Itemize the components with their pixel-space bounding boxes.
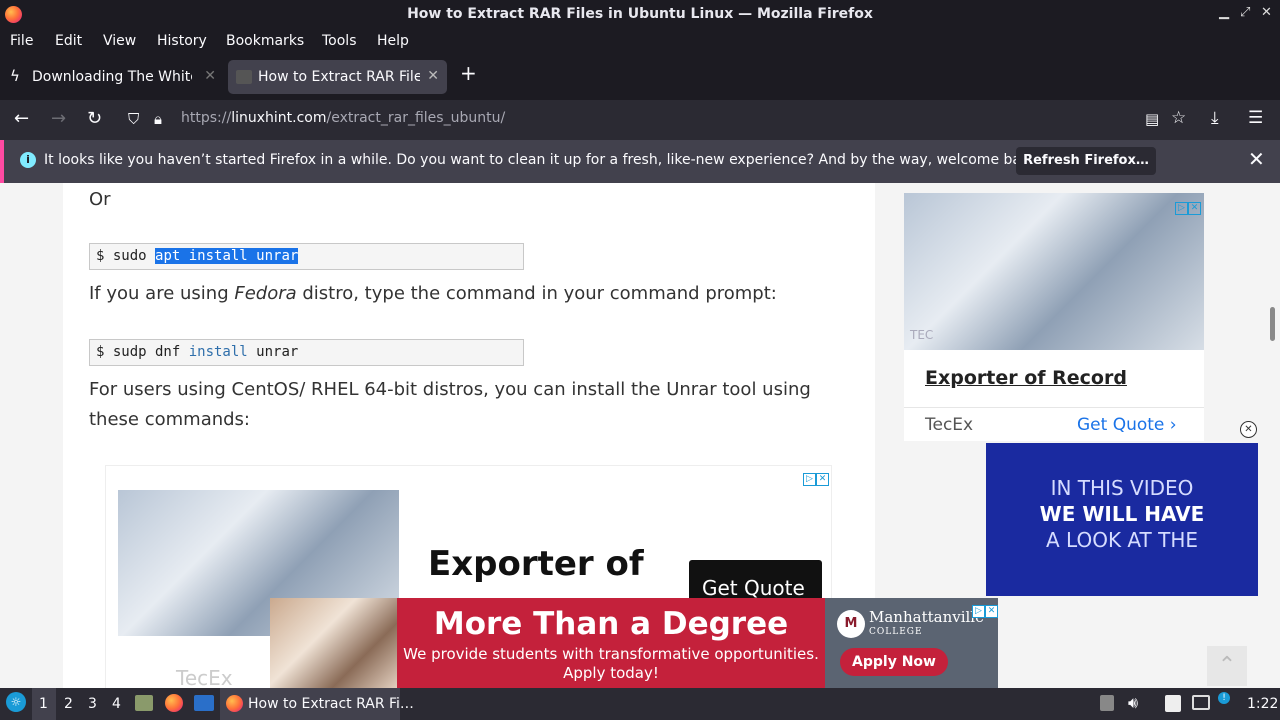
tab-label: How to Extract RAR Files xyxy=(258,69,420,85)
display-icon[interactable] xyxy=(1192,695,1210,710)
menu-help[interactable]: Help xyxy=(377,33,409,49)
menu-edit[interactable]: Edit xyxy=(55,33,82,49)
inline-ad-headline: Exporter of xyxy=(428,544,644,584)
tab-close-icon[interactable]: ✕ xyxy=(204,68,216,84)
tab-close-icon[interactable]: ✕ xyxy=(427,68,439,84)
ad-dismiss-icon[interactable]: ✕ xyxy=(1240,421,1257,438)
terminal-launcher-icon[interactable] xyxy=(194,695,214,711)
selected-text: apt install unrar xyxy=(155,248,299,264)
start-menu-icon[interactable]: ☼ xyxy=(6,692,26,712)
menu-bar: File Edit View History Bookmarks Tools H… xyxy=(0,29,1280,54)
info-icon: i xyxy=(20,152,36,168)
taskbar-window-button[interactable]: How to Extract RAR Fi… xyxy=(248,696,414,712)
tab-bar: ϟ Downloading The White I ✕ How to Extra… xyxy=(0,54,1280,100)
video-ad-line1: IN THIS VIDEO xyxy=(1050,476,1194,500)
firefox-launcher-icon[interactable] xyxy=(165,694,183,712)
bottom-sticky-advertisement[interactable]: More Than a Degree We provide students w… xyxy=(270,598,998,688)
sidebar-ad-get-quote[interactable]: Get Quote › xyxy=(1077,415,1177,435)
url-text[interactable]: https://linuxhint.com/extract_rar_files_… xyxy=(181,110,505,126)
menu-bookmarks[interactable]: Bookmarks xyxy=(226,33,304,49)
menu-file[interactable]: File xyxy=(10,33,33,49)
centos-paragraph: For users using CentOS/ RHEL 64-bit dist… xyxy=(89,379,811,430)
firefox-window-icon xyxy=(226,695,243,712)
code-block-apt[interactable]: $ sudo apt install unrar xyxy=(89,243,524,270)
workspace-3[interactable]: 3 xyxy=(88,696,97,712)
file-manager-icon[interactable] xyxy=(135,695,153,711)
notification-message: It looks like you haven’t started Firefo… xyxy=(44,152,1043,168)
sidebar-advertisement[interactable]: TEC ▷ ✕ Exporter of Record TecEx Get Quot… xyxy=(904,193,1204,441)
fedora-paragraph: If you are using Fedora distro, type the… xyxy=(89,283,777,304)
menu-view[interactable]: View xyxy=(103,33,136,49)
linuxhint-favicon-icon xyxy=(236,70,252,84)
back-icon[interactable]: ← xyxy=(14,108,29,129)
menu-tools[interactable]: Tools xyxy=(322,33,357,49)
tab-label: Downloading The White I xyxy=(32,69,192,85)
school-name: Manhattanville xyxy=(869,608,984,626)
manhattanville-seal-icon: M xyxy=(837,610,865,638)
reload-icon[interactable]: ↻ xyxy=(87,108,102,129)
clock: 1:22 xyxy=(1247,696,1279,712)
divider xyxy=(904,407,1204,408)
workspace-1[interactable]: 1 xyxy=(39,696,48,712)
video-advertisement[interactable]: IN THIS VIDEO WE WILL HAVE A LOOK AT THE xyxy=(986,443,1258,596)
notification-close-icon[interactable]: ✕ xyxy=(1248,147,1265,171)
video-ad-line2: WE WILL HAVE xyxy=(1039,502,1205,526)
refresh-notification-bar: i It looks like you haven’t started Fire… xyxy=(0,140,1280,183)
notification-icon[interactable]: ! xyxy=(1218,692,1230,704)
sidebar-ad-photo xyxy=(904,193,1204,350)
window-titlebar: How to Extract RAR Files in Ubuntu Linux… xyxy=(0,0,1280,29)
forward-icon[interactable]: → xyxy=(51,108,66,129)
scroll-to-top-icon[interactable]: ⌃ xyxy=(1207,646,1247,686)
adchoices-icon[interactable]: ▷ xyxy=(803,473,816,486)
restore-icon[interactable]: ⤢ xyxy=(1240,5,1250,20)
apply-now-button[interactable]: Apply Now xyxy=(840,648,948,676)
code-prompt: $ sudo xyxy=(96,248,156,264)
menu-history[interactable]: History xyxy=(157,33,207,49)
ad-close-icon[interactable]: ✕ xyxy=(985,605,998,618)
clipboard-icon[interactable] xyxy=(1100,695,1114,711)
inline-ad-brand: TecEx xyxy=(176,666,233,688)
page-scrollbar-thumb[interactable] xyxy=(1270,307,1275,341)
bottom-ad-sub2: Apply today! xyxy=(563,664,659,682)
workspace-2[interactable]: 2 xyxy=(64,696,73,712)
notes-icon[interactable] xyxy=(1165,695,1181,712)
sidebar-ad-brand: TecEx xyxy=(925,415,974,435)
school-sub: COLLEGE xyxy=(869,627,923,637)
new-tab-icon[interactable]: + xyxy=(460,61,477,85)
lightning-icon: ϟ xyxy=(10,67,20,85)
refresh-firefox-button[interactable]: Refresh Firefox… xyxy=(1016,147,1156,175)
code-block-dnf[interactable]: $ sudp dnf install unrar xyxy=(89,339,524,366)
or-text: Or xyxy=(89,189,111,210)
tab-extract-rar[interactable]: How to Extract RAR Files ✕ xyxy=(228,60,447,94)
downloads-icon[interactable]: ⤓ xyxy=(1211,108,1219,128)
window-title: How to Extract RAR Files in Ubuntu Linux… xyxy=(407,6,873,22)
adchoices-icon[interactable]: ▷ xyxy=(1175,202,1188,215)
minimize-icon[interactable]: ▁ xyxy=(1219,5,1229,20)
adchoices-icon[interactable]: ▷ xyxy=(972,605,985,618)
students-photo xyxy=(270,598,397,688)
tab-downloading[interactable]: ϟ Downloading The White I ✕ xyxy=(2,60,224,94)
video-ad-line3: A LOOK AT THE xyxy=(1045,528,1199,552)
system-taskbar: ☼ 1 2 3 4 How to Extract RAR Fi… 🔊︎ ! 1:… xyxy=(0,688,1280,720)
volume-icon[interactable]: 🔊︎ xyxy=(1128,693,1138,713)
workspace-4[interactable]: 4 xyxy=(112,696,121,712)
ad-close-icon[interactable]: ✕ xyxy=(1188,202,1201,215)
hamburger-menu-icon[interactable]: ☰ xyxy=(1248,108,1263,128)
bottom-ad-sub1: We provide students with transformative … xyxy=(403,645,819,663)
tec-logo: TEC xyxy=(910,328,934,342)
sidebar-ad-headline[interactable]: Exporter of Record xyxy=(925,367,1127,389)
close-window-icon[interactable]: ✕ xyxy=(1261,5,1272,20)
ad-close-icon[interactable]: ✕ xyxy=(816,473,829,486)
bottom-ad-headline: More Than a Degree xyxy=(433,606,789,642)
